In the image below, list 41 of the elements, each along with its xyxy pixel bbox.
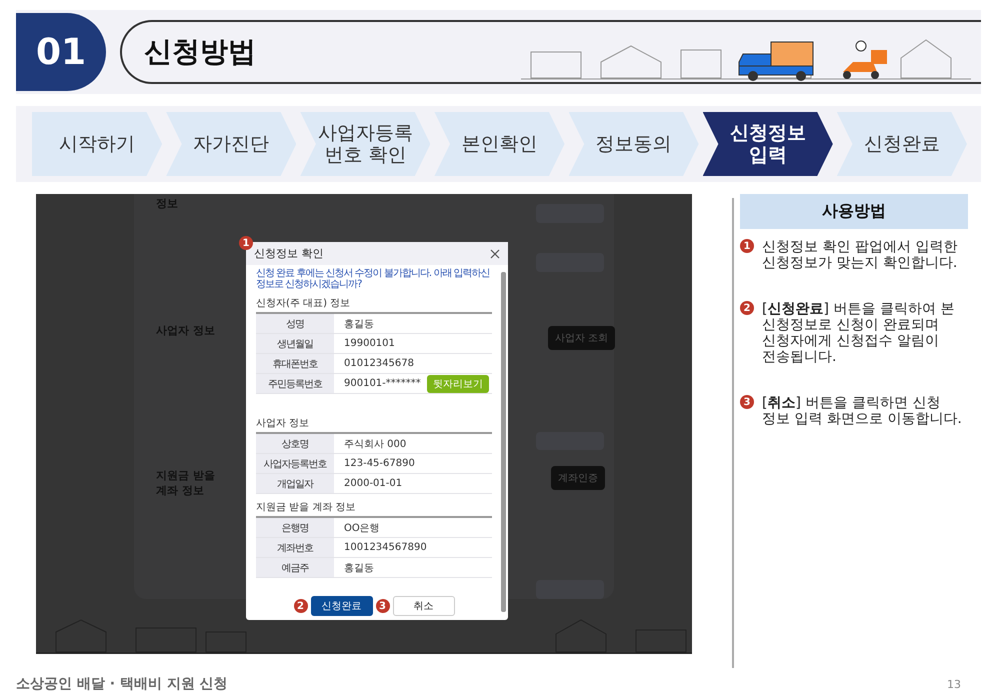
row-label: 계좌번호 [256,538,334,557]
dialog-button[interactable]: 취소 [392,596,454,616]
row-label: 주민등록번호 [256,374,334,393]
dialog-title: 신청정보 확인 [254,246,324,261]
row-label: 예금주 [256,558,334,577]
step-marker: 3 [376,599,390,613]
step-marker: 2 [294,599,308,613]
close-icon[interactable] [490,248,500,258]
row-label: 생년월일 [256,334,334,353]
row-value: 123-45-67890 [344,458,415,469]
row-value: 홍길동 [344,318,374,330]
footer-title: 소상공인 배달 · 택배비 지원 신청 [16,675,228,693]
step-marker: 3 [740,395,754,409]
reveal-button[interactable]: 뒷자리보기 [426,374,489,392]
dialog-button[interactable]: 신청완료 [310,596,372,616]
form-button[interactable]: 계좌인증 [551,466,605,490]
row-label: 개업일자 [256,474,334,493]
row-value: 01012345678 [344,358,414,369]
row-value: 19900101 [344,338,395,349]
step-marker: 2 [740,301,754,315]
step-marker: 1 [740,239,754,253]
page-number: 13 [947,678,961,690]
usage-text: [신청완료] 버튼을 클릭하여 본 신청정보로 신청이 완료되며 신청자에게 신청접수 알림이 전송됩니다. [762,301,956,365]
row-value: 1001234567890 [344,542,427,553]
row-label: 사업자등록번호 [256,454,334,473]
row-label: 휴대폰번호 [256,354,334,373]
page-title: 신청방법 [144,34,256,70]
row-value: 주식회사 000 [344,438,406,450]
usage-text: [취소] 버튼을 클릭하면 신청 정보 입력 화면으로 이동합니다. [762,395,963,427]
row-label: 은행명 [256,518,334,537]
form-button[interactable]: 사업자 조회 [548,326,615,350]
row-value: OO은행 [344,522,380,534]
notice-text: 신청 완료 후에는 신청서 수정이 불가합니다. 아래 입력하신 정보로 신청하시겠습니까? [256,268,490,290]
row-value: 2000-01-01 [344,478,402,489]
row-value: 홍길동 [344,562,374,574]
usage-title: 사용방법 [740,194,968,229]
section-number-badge: 01 [16,13,106,91]
row-label: 성명 [256,314,334,333]
usage-text: 신청정보 확인 팝업에서 입력한 신청정보가 맞는지 확인합니다. [762,239,958,271]
row-label: 상호명 [256,434,334,453]
row-value: 900101-******* [344,378,421,389]
